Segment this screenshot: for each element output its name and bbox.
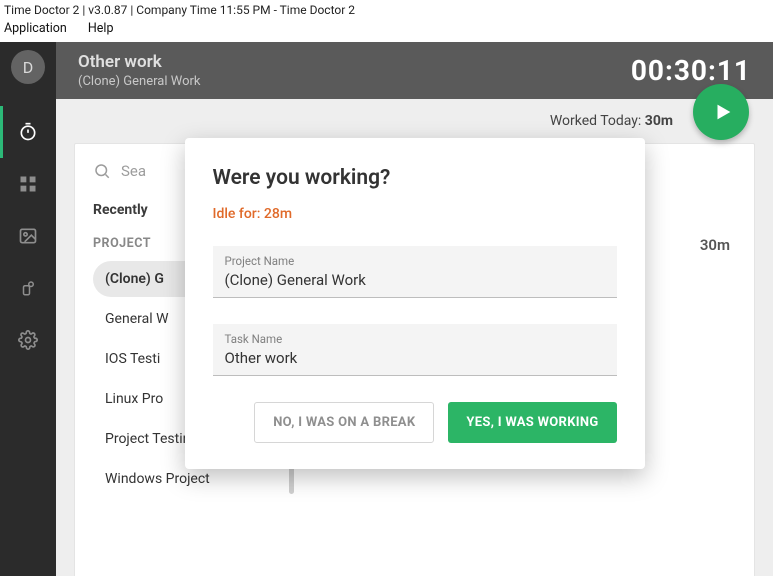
task-name-value: Other work [225, 349, 605, 367]
nav-integrations[interactable] [0, 262, 56, 314]
nav-timer[interactable] [0, 106, 56, 158]
menu-help[interactable]: Help [88, 21, 114, 36]
menu-application[interactable]: Application [4, 21, 67, 36]
break-button[interactable]: NO, I WAS ON A BREAK [254, 402, 434, 443]
project-name-label: Project Name [225, 254, 605, 268]
avatar[interactable]: D [11, 50, 45, 84]
task-name-label: Task Name [225, 332, 605, 346]
nav-settings[interactable] [0, 314, 56, 366]
project-name-field[interactable]: Project Name (Clone) General Work [213, 246, 617, 298]
nav-dashboard[interactable] [0, 158, 56, 210]
image-icon [18, 226, 38, 246]
modal-overlay: Were you working? Idle for: 28m Project … [56, 42, 773, 576]
project-name-value: (Clone) General Work [225, 271, 605, 289]
working-button[interactable]: YES, I WAS WORKING [448, 402, 616, 443]
grid-icon [18, 174, 38, 194]
addon-icon [19, 279, 37, 297]
main-panel: Other work (Clone) General Work 00:30:11… [56, 42, 773, 576]
task-name-field[interactable]: Task Name Other work [213, 324, 617, 376]
modal-title: Were you working? [213, 166, 617, 190]
idle-duration-text: Idle for: 28m [213, 206, 617, 222]
stopwatch-icon [18, 122, 38, 142]
sidebar: D [0, 42, 56, 576]
gear-icon [18, 330, 38, 350]
window-title: Time Doctor 2 | v3.0.87 | Company Time 1… [0, 0, 773, 19]
idle-modal: Were you working? Idle for: 28m Project … [185, 138, 645, 469]
nav-screenshots[interactable] [0, 210, 56, 262]
menubar: Application Help [0, 19, 773, 42]
